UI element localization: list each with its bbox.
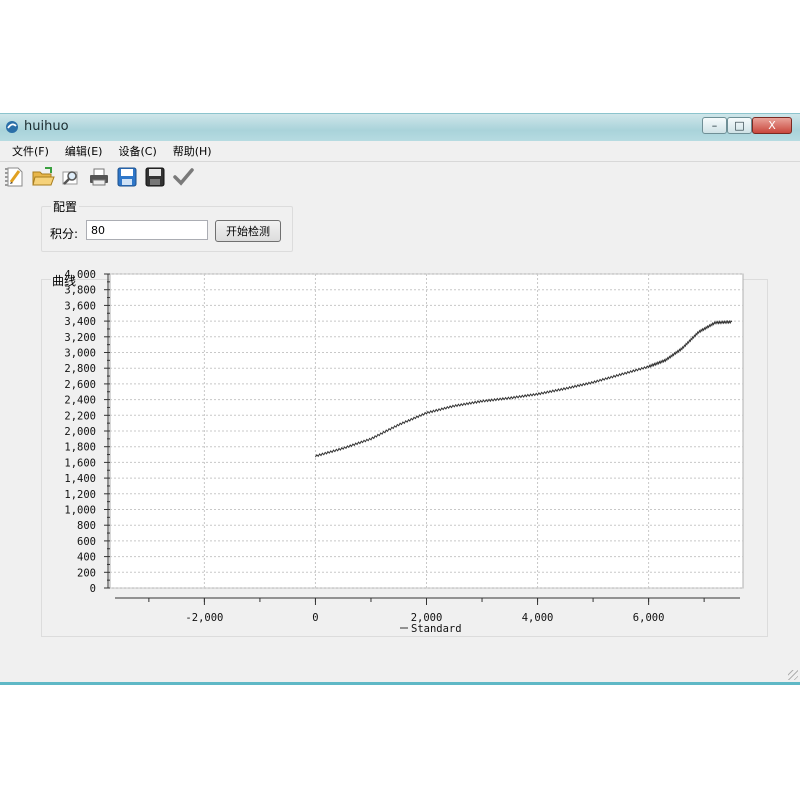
- x-tick-label: 6,000: [633, 612, 665, 624]
- app-logo-icon: [6, 121, 18, 133]
- minimize-button[interactable]: –: [702, 117, 727, 134]
- title-bar[interactable]: huihuo – □ X: [0, 113, 800, 141]
- y-tick-label: 0: [90, 583, 96, 595]
- y-tick-label: 1,400: [64, 473, 96, 485]
- close-button[interactable]: X: [752, 117, 792, 134]
- y-tick-label: 3,200: [64, 332, 96, 344]
- y-tick-label: 200: [77, 567, 96, 579]
- menu-device[interactable]: 设备(C): [111, 143, 163, 159]
- check-icon[interactable]: [170, 164, 196, 190]
- toolbar: [0, 162, 800, 192]
- y-tick-label: 1,800: [64, 442, 96, 454]
- start-detection-button[interactable]: 开始检测: [215, 220, 281, 242]
- resize-grip[interactable]: [788, 670, 798, 680]
- menu-file[interactable]: 文件(F): [0, 143, 56, 159]
- y-tick-label: 1,600: [64, 457, 96, 469]
- y-tick-label: 2,400: [64, 395, 96, 407]
- window-title: huihuo: [24, 119, 69, 134]
- config-group-title: 配置: [51, 198, 80, 215]
- integral-label: 积分:: [50, 227, 79, 241]
- y-tick-label: 600: [77, 536, 96, 548]
- menu-help[interactable]: 帮助(H): [166, 143, 219, 159]
- y-tick-label: 3,800: [64, 285, 96, 297]
- toolbar-grip[interactable]: [5, 168, 8, 188]
- integral-input[interactable]: [86, 220, 208, 240]
- y-tick-label: 3,400: [64, 316, 96, 328]
- y-tick-label: 800: [77, 520, 96, 532]
- maximize-button[interactable]: □: [727, 117, 752, 134]
- y-tick-label: 1,200: [64, 489, 96, 501]
- y-tick-label: 2,200: [64, 410, 96, 422]
- y-tick-label: 2,600: [64, 379, 96, 391]
- y-tick-label: 2,000: [64, 426, 96, 438]
- app-window: huihuo – □ X 文件(F) 编辑(E) 设备(C) 帮助(H) 配置 …: [0, 113, 800, 685]
- y-tick-label: 2,800: [64, 363, 96, 375]
- x-tick-label: -2,000: [185, 612, 223, 624]
- x-tick-label: 4,000: [522, 612, 554, 624]
- y-tick-label: 1,000: [64, 505, 96, 517]
- y-tick-label: 3,600: [64, 300, 96, 312]
- y-tick-label: 4,000: [64, 269, 96, 281]
- x-tick-label: 0: [312, 612, 318, 624]
- save-as-icon[interactable]: [114, 164, 140, 190]
- save-icon[interactable]: [142, 164, 168, 190]
- y-tick-label: 3,000: [64, 348, 96, 360]
- print-preview-icon[interactable]: [58, 164, 84, 190]
- open-folder-icon[interactable]: [30, 164, 56, 190]
- curve-chart[interactable]: 0 200 400 600 800 1,000 1,200 1,400 1,600 1,800 2,…: [0, 266, 800, 646]
- y-tick-label: 400: [77, 552, 96, 564]
- legend-label: Standard: [411, 623, 462, 635]
- menu-bar: 文件(F) 编辑(E) 设备(C) 帮助(H): [0, 141, 800, 162]
- printer-icon[interactable]: [86, 164, 112, 190]
- menu-edit[interactable]: 编辑(E): [58, 143, 110, 159]
